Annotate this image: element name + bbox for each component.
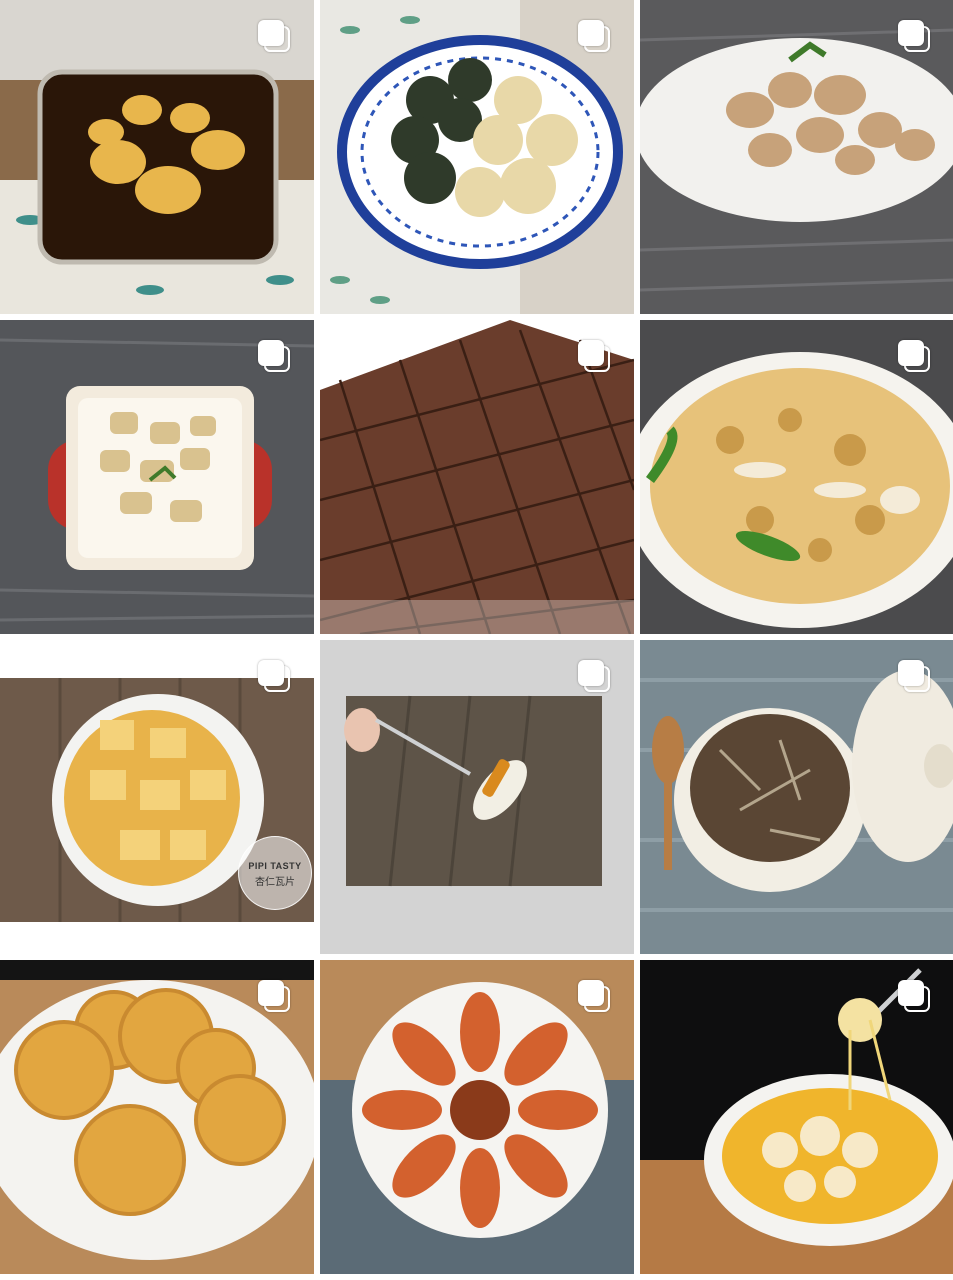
post-cheese-gratin[interactable] <box>640 960 953 1274</box>
post-bamboo-dish[interactable] <box>0 320 314 634</box>
multiple-photos-icon <box>258 340 292 374</box>
post-rice-balls[interactable] <box>320 0 634 314</box>
post-garlic-shrimp[interactable] <box>320 960 634 1274</box>
post-dessert-spoon[interactable] <box>320 640 634 954</box>
watermark-badge: PIPI TASTY 杏仁瓦片 <box>238 836 312 910</box>
multiple-photos-icon <box>898 660 932 694</box>
post-clay-pot[interactable] <box>640 640 953 954</box>
multiple-photos-icon <box>578 660 612 694</box>
multiple-photos-icon <box>258 20 292 54</box>
photo-grid: PIPI TASTY 杏仁瓦片 <box>0 0 953 1280</box>
multiple-photos-icon <box>578 20 612 54</box>
multiple-photos-icon <box>258 980 292 1014</box>
multiple-photos-icon <box>898 20 932 54</box>
multiple-photos-icon <box>898 340 932 374</box>
multiple-photos-icon <box>898 980 932 1014</box>
post-seafood-pancake[interactable] <box>640 320 953 634</box>
multiple-photos-icon <box>578 340 612 374</box>
multiple-photos-icon <box>258 660 292 694</box>
multiple-photos-icon <box>578 980 612 1014</box>
post-egg-tarts[interactable] <box>0 960 314 1274</box>
post-tea-eggs[interactable] <box>0 0 314 314</box>
post-mushrooms[interactable] <box>640 0 953 314</box>
post-chocolate-cake[interactable] <box>320 320 634 634</box>
watermark-caption: 杏仁瓦片 <box>255 877 295 888</box>
watermark-brand: PIPI TASTY <box>248 861 302 871</box>
